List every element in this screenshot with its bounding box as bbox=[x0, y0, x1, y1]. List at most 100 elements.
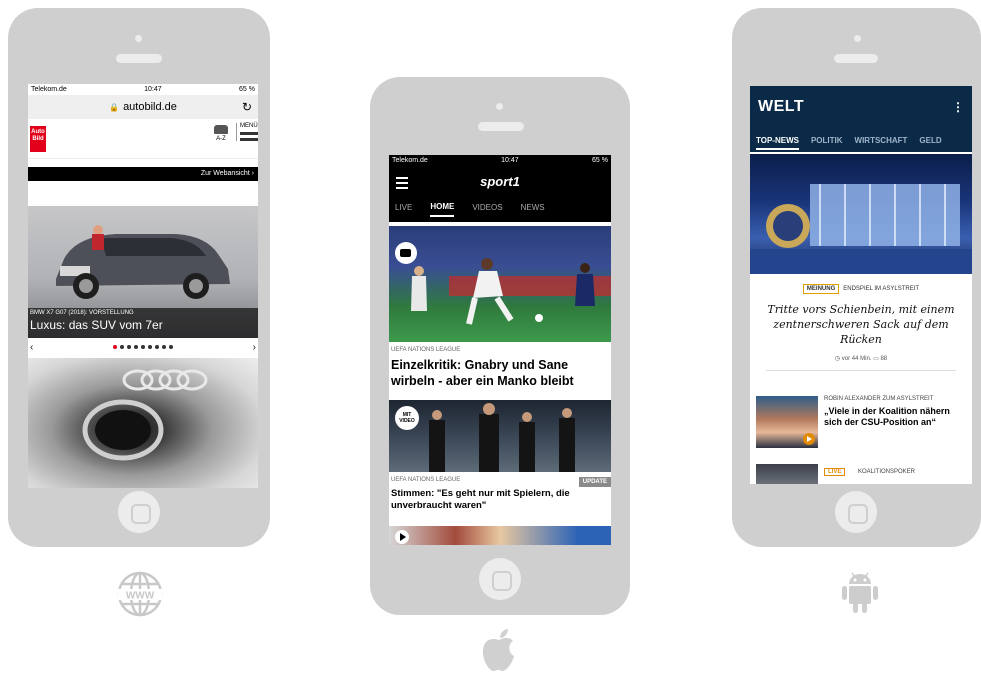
slider-dot[interactable] bbox=[113, 345, 117, 349]
camera-dot bbox=[135, 35, 142, 42]
tab-top-news[interactable]: TOP-NEWS bbox=[756, 136, 799, 150]
slider-dot[interactable] bbox=[127, 345, 131, 349]
lead-headline: Tritte vors Schienbein, mit einem zentne… bbox=[767, 303, 955, 346]
tab-politik[interactable]: POLITIK bbox=[811, 136, 843, 150]
tab-news[interactable]: NEWS bbox=[521, 203, 545, 216]
list-item[interactable]: LIVE KOALITIONSPOKER bbox=[756, 460, 972, 484]
hamburger-bar bbox=[240, 138, 258, 141]
football-scene bbox=[411, 258, 611, 325]
hamburger-menu-icon[interactable] bbox=[396, 177, 408, 192]
slider-dot[interactable] bbox=[120, 345, 124, 349]
speaker-slot bbox=[834, 54, 878, 63]
article-image-2[interactable]: MIT VIDEO bbox=[389, 400, 611, 472]
mit-video-badge: MIT VIDEO bbox=[395, 406, 419, 430]
suv-image bbox=[56, 225, 230, 299]
hero-caption-small: BMW X7 G07 (2018): VORSTELLUNG bbox=[30, 310, 134, 316]
home-button[interactable] bbox=[479, 558, 521, 600]
carrier-label: Telekom.de bbox=[392, 157, 428, 164]
slider-dot[interactable] bbox=[155, 345, 159, 349]
article-image-3[interactable] bbox=[389, 526, 611, 545]
az-label: A-Z bbox=[216, 136, 226, 142]
divider bbox=[766, 370, 956, 371]
tab-bar: LIVE HOME VIDEOS NEWS bbox=[389, 196, 611, 222]
home-button[interactable] bbox=[118, 491, 160, 533]
lead-meta: ◷ vor 44 Min. ▭ 88 bbox=[756, 355, 966, 362]
slider-dot[interactable] bbox=[134, 345, 138, 349]
camera-dot bbox=[496, 103, 503, 110]
apple-icon bbox=[482, 629, 514, 672]
welt-logo: WELT bbox=[758, 98, 805, 115]
meinung-badge: MEINUNG bbox=[802, 284, 840, 294]
url-text: autobild.de bbox=[123, 101, 177, 113]
camera-dot bbox=[854, 35, 861, 42]
www-globe-icon: WWW bbox=[117, 571, 163, 617]
article-headline[interactable]: Einzelkritik: Gnabry und Sane wirbeln - … bbox=[391, 357, 611, 389]
tab-home[interactable]: HOME bbox=[430, 202, 455, 217]
reload-icon[interactable]: ↻ bbox=[242, 100, 252, 114]
home-button[interactable] bbox=[835, 491, 877, 533]
hero-caption: BMW X7 G07 (2018): VORSTELLUNG Luxus: da… bbox=[28, 308, 258, 338]
clock-icon: ◷ bbox=[834, 356, 841, 362]
hero-caption-title: Luxus: das SUV vom 7er bbox=[30, 318, 163, 332]
screen-ios: Telekom.de 10:47 65 % sport1 LIVE HOME VID… bbox=[389, 155, 611, 545]
time-label: 10:47 bbox=[501, 157, 519, 164]
slider-dot[interactable] bbox=[162, 345, 166, 349]
lead-article[interactable]: MEINUNG ENDSPIEL IM ASYLSTREIT Tritte vo… bbox=[756, 274, 966, 371]
play-icon[interactable] bbox=[395, 530, 409, 544]
article-image[interactable] bbox=[28, 358, 258, 488]
article-kicker: UEFA NATIONS LEAGUE bbox=[391, 347, 461, 353]
screen-web: Telekom.de 10:47 65 % 🔒 autobild.de ↻ Au… bbox=[28, 84, 258, 488]
app-bar: sport1 bbox=[389, 166, 611, 196]
status-bar: Telekom.de 10:47 65 % bbox=[389, 155, 611, 166]
lead-badges: MEINUNG ENDSPIEL IM ASYLSTREIT bbox=[756, 284, 966, 294]
live-badge: LIVE bbox=[824, 468, 846, 476]
speaker-slot bbox=[478, 122, 524, 131]
slider-dot[interactable] bbox=[148, 345, 152, 349]
hero-image[interactable] bbox=[750, 154, 972, 274]
tab-bar: TOP-NEWS POLITIK WIRTSCHAFT GELD bbox=[756, 136, 942, 150]
webansicht-label: Zur Webansicht bbox=[200, 170, 250, 177]
app-header: Telekom.de 10:47 65 % sport1 LIVE HOME VID… bbox=[389, 155, 611, 222]
slider-prev-icon[interactable]: ‹ bbox=[30, 342, 33, 353]
slider-dots bbox=[113, 345, 173, 349]
autobild-logo[interactable]: Auto Bild bbox=[30, 125, 46, 152]
play-icon bbox=[803, 433, 815, 445]
update-badge: UPDATE bbox=[578, 477, 611, 487]
android-icon bbox=[842, 572, 878, 613]
slider-dot[interactable] bbox=[169, 345, 173, 349]
battery-label: 65 % bbox=[239, 86, 255, 93]
more-options-icon[interactable]: ⋮ bbox=[952, 100, 964, 114]
list-item[interactable]: ROBIN ALEXANDER ZUM ASYLSTREIT „Viele in… bbox=[756, 388, 972, 450]
carrier-label: Telekom.de bbox=[31, 86, 67, 93]
lock-icon: 🔒 bbox=[109, 102, 120, 112]
article-headline[interactable]: Stimmen: "Es geht nur mit Spielern, die … bbox=[391, 488, 611, 512]
tab-geld[interactable]: GELD bbox=[919, 136, 941, 150]
slider-next-icon[interactable]: › bbox=[253, 342, 256, 353]
tab-wirtschaft[interactable]: WIRTSCHAFT bbox=[855, 136, 908, 150]
time-label: 10:47 bbox=[144, 86, 162, 93]
hero-image[interactable]: BMW X7 G07 (2018): VORSTELLUNG Luxus: da… bbox=[28, 206, 258, 338]
article-kicker: ROBIN ALEXANDER ZUM ASYLSTREIT bbox=[824, 396, 934, 402]
phone-android: WELT ⋮ TOP-NEWS POLITIK WIRTSCHAFT GELD MEI… bbox=[732, 8, 981, 547]
comment-icon: ▭ bbox=[873, 356, 879, 362]
article-kicker: UEFA NATIONS LEAGUE bbox=[391, 477, 461, 483]
battery-label: 65 % bbox=[592, 157, 608, 164]
webansicht-link[interactable]: Zur Webansicht › bbox=[28, 167, 258, 181]
slider-dot[interactable] bbox=[141, 345, 145, 349]
article-headline: „Viele in der Koalition nähern sich der … bbox=[824, 406, 950, 427]
az-button[interactable]: A-Z bbox=[212, 125, 230, 142]
hamburger-bar bbox=[240, 132, 258, 135]
menu-label: MENÜ bbox=[240, 123, 258, 129]
menu-button[interactable]: MENÜ bbox=[236, 123, 258, 141]
app-header: WELT ⋮ TOP-NEWS POLITIK WIRTSCHAFT GELD bbox=[750, 86, 972, 152]
sport1-logo: sport1 bbox=[480, 173, 520, 189]
site-header: Auto Bild A-Z MENÜ bbox=[28, 119, 258, 159]
building-photo bbox=[750, 184, 972, 274]
lead-kicker: ENDSPIEL IM ASYLSTREIT bbox=[843, 286, 920, 292]
article-thumbnail bbox=[756, 396, 818, 448]
article-image-1[interactable] bbox=[389, 226, 611, 342]
tab-live[interactable]: LIVE bbox=[395, 203, 412, 216]
url-bar[interactable]: 🔒 autobild.de ↻ bbox=[28, 95, 258, 119]
tab-videos[interactable]: VIDEOS bbox=[472, 203, 502, 216]
